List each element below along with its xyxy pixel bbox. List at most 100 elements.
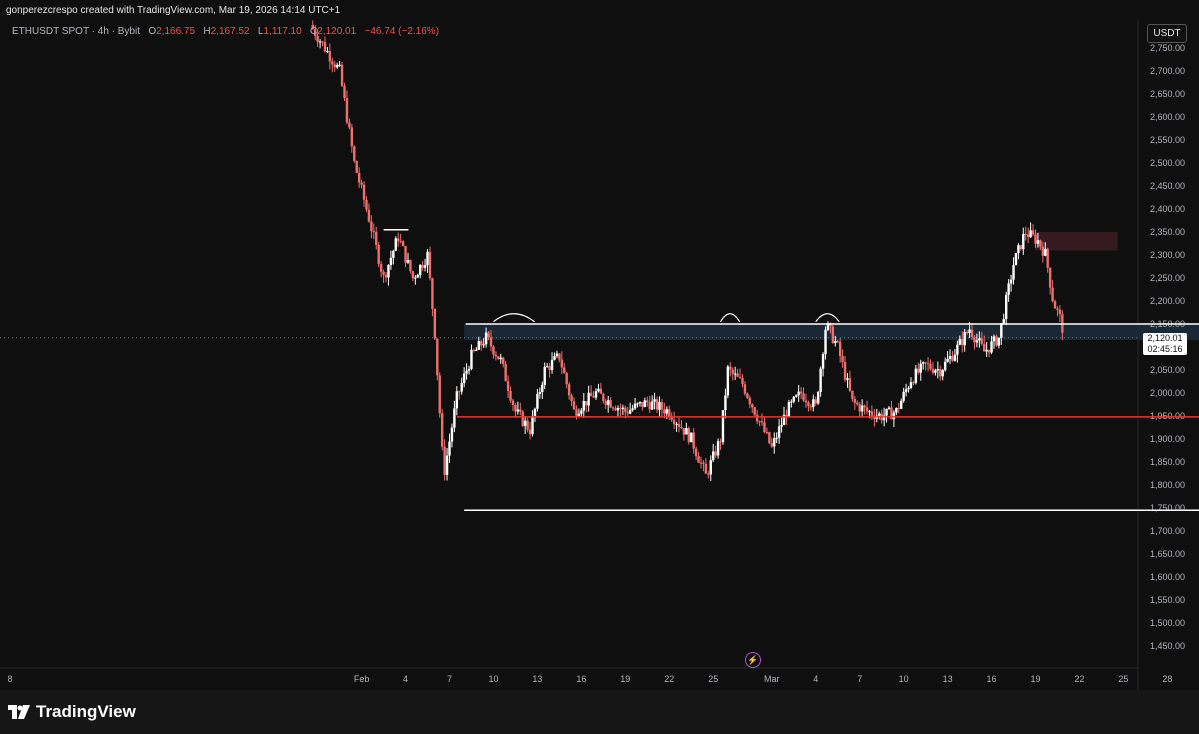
- candle-body: [870, 411, 874, 416]
- candle-body: [956, 344, 959, 355]
- candle-body: [768, 432, 771, 444]
- candle-body: [533, 408, 537, 417]
- candle-body: [1019, 245, 1023, 250]
- candle-body: [912, 382, 915, 384]
- candle-body: [545, 366, 549, 368]
- candle-body: [809, 406, 813, 408]
- candle-body: [665, 409, 669, 414]
- candle-body: [465, 370, 468, 374]
- candle-body: [609, 400, 612, 408]
- candle-body: [902, 391, 905, 401]
- candle-body: [858, 404, 861, 412]
- candle-body: [865, 407, 869, 412]
- candle-body: [763, 422, 766, 433]
- candle-body: [572, 401, 576, 410]
- y-tick-label: 1,500.00: [1150, 618, 1185, 628]
- candle-body: [748, 397, 752, 405]
- candle-body: [997, 337, 1001, 346]
- candle-body: [492, 346, 495, 355]
- candle-body: [909, 382, 913, 388]
- tradingview-logo[interactable]: TradingView: [8, 702, 136, 722]
- candle-body: [926, 363, 930, 365]
- candle-body: [851, 390, 854, 399]
- candle-body: [992, 336, 996, 342]
- candle-body: [1058, 309, 1062, 315]
- candle-body: [709, 460, 712, 475]
- price-chart[interactable]: 1,450.00 1,500.00 1,550.00 1,600.00 1,650.00…: [0, 0, 1199, 690]
- candle-body: [497, 356, 500, 360]
- candle-body: [758, 421, 761, 423]
- candle-body: [653, 399, 656, 402]
- candle-body: [392, 250, 395, 258]
- candle-body: [685, 428, 688, 435]
- candle-body: [731, 369, 734, 374]
- tradingview-logo-icon: [8, 705, 30, 719]
- candle-body: [367, 209, 371, 222]
- candle-body: [1017, 245, 1020, 253]
- candle-body: [350, 127, 354, 147]
- candle-body: [602, 393, 605, 401]
- candle-body: [831, 326, 835, 343]
- candle-body: [1029, 230, 1032, 238]
- candle-body: [848, 378, 852, 391]
- candle-body: [577, 413, 581, 416]
- candle-body: [787, 402, 791, 417]
- candle-body: [790, 401, 793, 403]
- candle-body: [941, 370, 944, 377]
- candle-body: [633, 403, 637, 409]
- y-tick-label: 2,350.00: [1150, 227, 1185, 237]
- candle-body: [765, 432, 769, 434]
- candle-body: [860, 405, 864, 412]
- currency-selector[interactable]: USDT: [1147, 24, 1187, 43]
- candle-body: [741, 377, 744, 385]
- candle-body: [411, 271, 415, 279]
- candle-body: [1002, 319, 1005, 324]
- candle-body: [384, 274, 388, 278]
- candle-body: [914, 368, 918, 383]
- candle-body: [624, 407, 627, 412]
- candle-body: [995, 336, 998, 346]
- candle-body: [863, 405, 866, 408]
- y-tick-label: 2,000.00: [1150, 388, 1185, 398]
- candle-body: [868, 411, 871, 413]
- candle-body: [443, 446, 446, 475]
- candle-body: [414, 277, 417, 279]
- y-tick-label: 1,800.00: [1150, 480, 1185, 490]
- candle-body: [1024, 233, 1027, 235]
- candle-body: [607, 400, 610, 405]
- candle-body: [795, 395, 798, 397]
- candle-body: [963, 332, 966, 346]
- candle-body: [853, 398, 857, 403]
- candle-body: [943, 361, 947, 371]
- candle-body: [636, 403, 639, 405]
- candle-body: [526, 420, 529, 430]
- candle-body: [694, 448, 698, 457]
- lightning-icon[interactable]: ⚡: [745, 652, 761, 668]
- candle-body: [655, 399, 659, 410]
- x-tick-label: Feb: [354, 674, 370, 684]
- candle-body: [431, 278, 434, 309]
- candle-body: [621, 407, 625, 409]
- candle-body: [934, 370, 937, 373]
- candle-body: [895, 408, 898, 413]
- candle-body: [614, 408, 617, 411]
- candle-body: [597, 388, 600, 392]
- symbol-legend: ETHUSDT SPOT · 4h · Bybit O2,166.75 H2,1…: [12, 26, 439, 37]
- candle-body: [401, 241, 405, 247]
- y-tick-label: 2,600.00: [1150, 112, 1185, 122]
- candle-body: [638, 401, 642, 404]
- candle-body: [1056, 308, 1059, 310]
- x-tick-label: 4: [813, 674, 818, 684]
- candle-body: [1034, 234, 1037, 244]
- candle-body: [611, 407, 615, 409]
- y-tick-label: 2,400.00: [1150, 204, 1185, 214]
- candle-body: [1051, 287, 1054, 302]
- x-tick-label: 4: [403, 674, 408, 684]
- candle-body: [453, 408, 456, 428]
- candle-body: [843, 362, 847, 380]
- candle-body: [897, 408, 900, 410]
- candle-body: [721, 410, 725, 443]
- candle-body: [387, 264, 390, 278]
- candle-body: [1036, 240, 1040, 244]
- candle-body: [973, 337, 976, 343]
